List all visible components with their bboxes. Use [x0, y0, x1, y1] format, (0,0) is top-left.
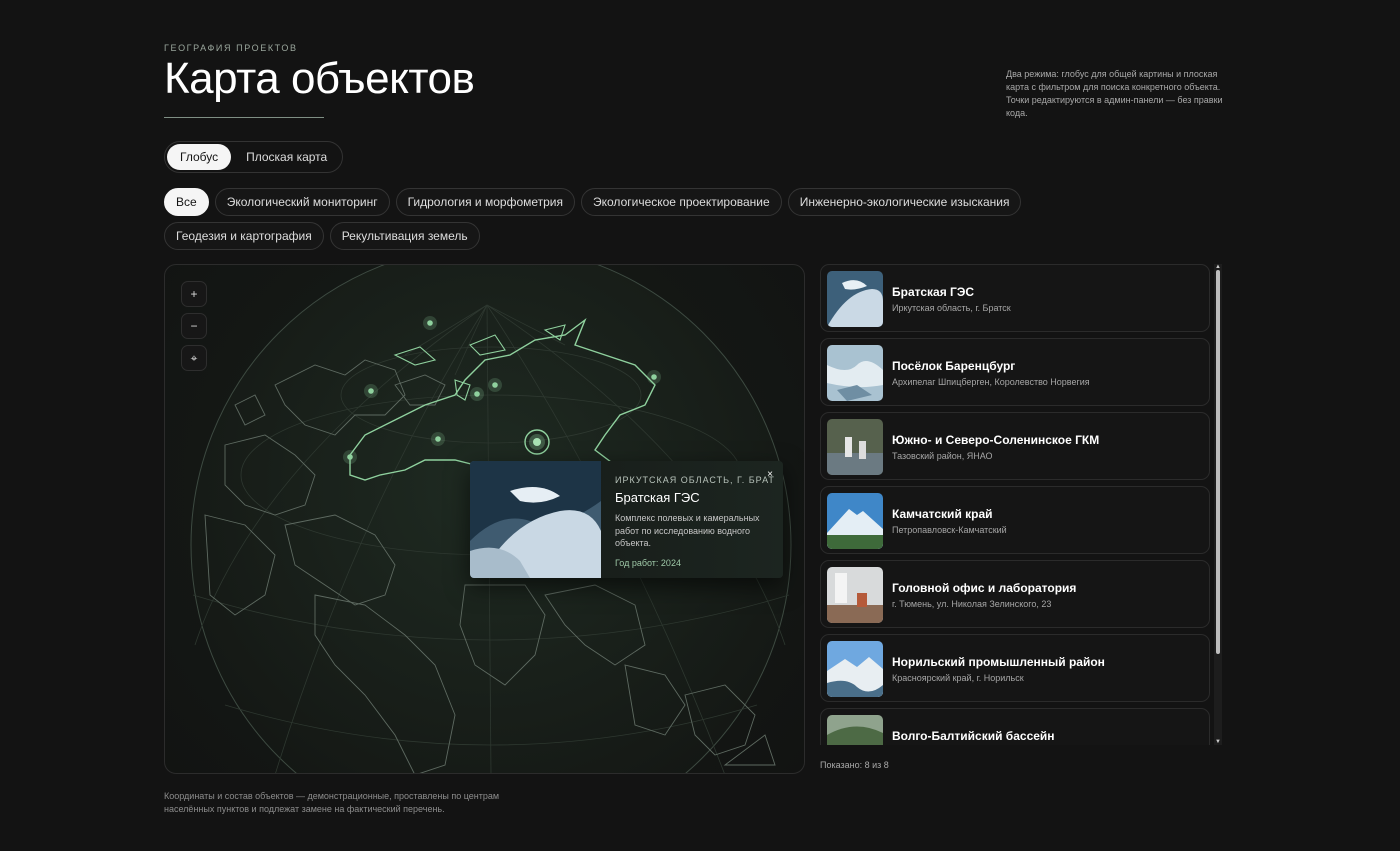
list-item[interactable]: Посёлок Баренцбург Архипелаг Шпицберген,… [820, 338, 1210, 406]
list-item[interactable]: Южно- и Северо-Соленинское ГКМ Тазовский… [820, 412, 1210, 480]
card-subtitle: Петропавловск-Камчатский [892, 525, 1007, 535]
card-title: Норильский промышленный район [892, 655, 1105, 669]
page-title: Карта объектов [164, 54, 475, 103]
title-underline [164, 117, 324, 118]
card-thumbnail [827, 641, 883, 697]
category-filters: Все Экологический мониторинг Гидрология … [164, 188, 1164, 250]
popup-region: ИРКУТСКАЯ ОБЛАСТЬ, Г. БРАТСК [615, 475, 775, 485]
marker-barentsburg-dot [427, 320, 433, 326]
zoom-in-button[interactable]: + [181, 281, 207, 307]
mode-globe-button[interactable]: Глобус [167, 144, 232, 170]
list-item[interactable]: Камчатский край Петропавловск-Камчатский [820, 486, 1210, 554]
filter-eng-surveys[interactable]: Инженерно-экологические изыскания [787, 188, 1022, 216]
card-title: Братская ГЭС [892, 285, 975, 299]
list-item[interactable]: Братская ГЭС Иркутская область, г. Братс… [820, 264, 1210, 332]
card-subtitle: Архипелаг Шпицберген, Королевство Норвег… [892, 377, 1090, 387]
object-popup: ИРКУТСКАЯ ОБЛАСТЬ, Г. БРАТСК Братская ГЭ… [470, 461, 783, 578]
intro-text: Два режима: глобус для общей картины и п… [1006, 69, 1223, 118]
card-thumbnail [827, 567, 883, 623]
card-thumbnail [827, 345, 883, 401]
footnote: Координаты и состав объектов — демонстра… [164, 791, 500, 814]
mode-toggle: Глобус Плоская карта [164, 141, 344, 173]
globe-map-panel[interactable]: + − ⌖ ИРКУТСКАЯ ОБЛАСТЬ, Г. БРАТСК Братс… [164, 264, 805, 774]
card-subtitle: г. Тюмень, ул. Николая Зелинского, 23 [892, 599, 1052, 609]
object-list[interactable]: Братская ГЭС Иркутская область, г. Братс… [820, 264, 1222, 745]
scroll-down-icon[interactable]: ▼ [1214, 739, 1222, 745]
card-thumbnail [827, 715, 883, 745]
card-title: Головной офис и лаборатория [892, 581, 1077, 595]
filter-land-reclamation[interactable]: Рекультивация земель [329, 222, 480, 250]
card-thumbnail [827, 493, 883, 549]
scrollbar-thumb[interactable] [1216, 270, 1220, 654]
filter-geodesy[interactable]: Геодезия и картография [164, 222, 324, 250]
locate-icon[interactable]: ⌖ [181, 345, 207, 371]
list-item[interactable]: Норильский промышленный район Красноярск… [820, 634, 1210, 702]
filter-hydrology[interactable]: Гидрология и морфометрия [395, 188, 576, 216]
popup-title: Братская ГЭС [615, 490, 700, 505]
scroll-up-icon[interactable]: ▲ [1214, 264, 1222, 270]
popup-photo [470, 461, 601, 578]
shown-count: Показано: 8 из 8 [820, 760, 889, 770]
filter-all[interactable]: Все [164, 188, 209, 216]
card-subtitle: Иркутская область, г. Братск [892, 303, 1011, 313]
mode-flat-map-button[interactable]: Плоская карта [233, 144, 340, 170]
section-eyebrow: ГЕОГРАФИЯ ПРОЕКТОВ [164, 43, 298, 53]
marker-solenin-dot [474, 391, 480, 397]
card-subtitle: Тазовский район, ЯНАО [892, 451, 993, 461]
list-item[interactable]: Волго-Балтийский бассейн [820, 708, 1210, 745]
filter-eco-monitoring[interactable]: Экологический мониторинг [214, 188, 390, 216]
marker-bratsk-dot [533, 438, 541, 446]
card-title: Южно- и Северо-Соленинское ГКМ [892, 433, 1100, 447]
marker-kamchatka-dot [651, 374, 657, 380]
marker-west-dot [347, 454, 353, 460]
zoom-out-button[interactable]: − [181, 313, 207, 339]
card-title: Посёлок Баренцбург [892, 359, 1016, 373]
card-title: Камчатский край [892, 507, 993, 521]
marker-norilsk-dot [492, 382, 498, 388]
filter-eco-design[interactable]: Экологическое проектирование [581, 188, 782, 216]
card-title: Волго-Балтийский бассейн [892, 729, 1055, 743]
popup-body: ИРКУТСКАЯ ОБЛАСТЬ, Г. БРАТСК Братская ГЭ… [615, 475, 775, 568]
list-item[interactable]: Головной офис и лаборатория г. Тюмень, у… [820, 560, 1210, 628]
card-thumbnail [827, 419, 883, 475]
marker-tyumen-dot [435, 436, 441, 442]
card-subtitle: Красноярский край, г. Норильск [892, 673, 1024, 683]
popup-description: Комплекс полевых и камеральных работ по … [615, 513, 760, 548]
popup-close-icon[interactable]: × [767, 469, 773, 480]
card-thumbnail [827, 271, 883, 327]
popup-year: Год работ: 2024 [615, 557, 681, 568]
marker-volga-baltic-dot [368, 388, 374, 394]
